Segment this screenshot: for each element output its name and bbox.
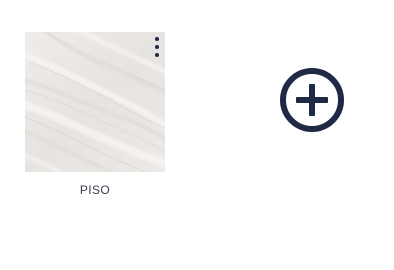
material-card[interactable]: PISO: [25, 32, 165, 202]
marble-texture-image: [25, 32, 165, 172]
menu-dot: [155, 53, 159, 57]
add-material-button[interactable]: [279, 67, 345, 133]
material-label: PISO: [79, 183, 111, 197]
marble-thumbnail[interactable]: [25, 32, 165, 172]
menu-dot: [155, 37, 159, 41]
kebab-menu-icon[interactable]: [152, 36, 162, 58]
material-gallery: PISO: [0, 0, 394, 270]
plus-circle-icon: [280, 68, 344, 132]
menu-dot: [155, 45, 159, 49]
